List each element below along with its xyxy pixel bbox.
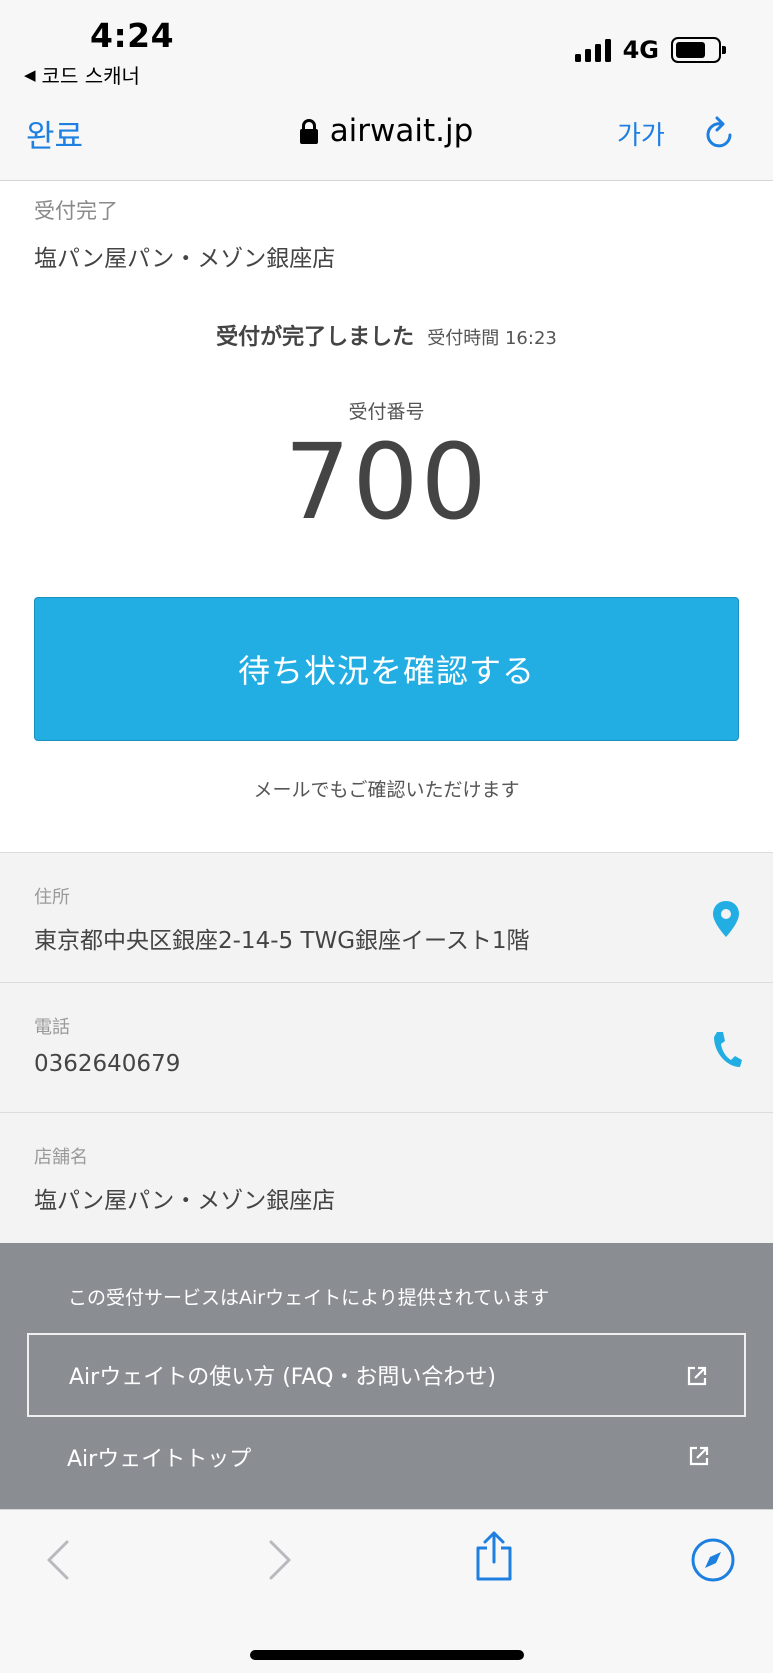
back-app-label: 코드 스캐너 [41,64,140,88]
check-status-button[interactable]: 待ち状況を確認する [34,597,739,741]
chevron-left-icon [47,1540,69,1580]
compass-icon [691,1538,735,1582]
phone-icon[interactable] [709,1029,743,1071]
home-indicator[interactable] [250,1650,524,1660]
battery-icon [671,37,726,63]
footer-note: この受付サービスはAirウェイトにより提供されています [68,1287,550,1309]
share-button[interactable] [470,1531,518,1581]
reception-number-label: 受付番号 [348,401,425,423]
lock-icon [299,119,318,144]
info-value: 塩パン屋パン・メゾン銀座店 [34,1188,336,1214]
shop-info-list: 住所 東京都中央区銀座2-14-5 TWG銀座イースト1階 電話 0362640… [0,852,773,1243]
browser-address-bar: 완료 airwait.jp 가가 [0,95,773,181]
page-title: 塩パン屋パン・メゾン銀座店 [34,246,336,272]
breadcrumb: 受付完了 [34,199,118,223]
info-item-shop-name: 店舗名 塩パン屋パン・メゾン銀座店 [0,1113,773,1243]
faq-link[interactable]: Airウェイトの使い方 (FAQ・お問い合わせ) [27,1333,746,1417]
reception-time: 受付時間 16:23 [427,328,557,349]
top-link-label: Airウェイトトップ [67,1447,252,1472]
share-icon [476,1531,512,1581]
signal-icon [574,38,611,62]
top-link[interactable]: Airウェイトトップ [27,1415,746,1499]
forward-button[interactable] [256,1536,304,1584]
chevron-right-icon [269,1540,291,1580]
completion-message: 受付が完了しました [216,325,415,350]
external-link-icon [689,1446,709,1466]
info-item-phone[interactable]: 電話 0362640679 [0,983,773,1113]
info-value: 0362640679 [34,1051,181,1077]
service-footer: この受付サービスはAirウェイトにより提供されています Airウェイトの使い方 … [0,1243,773,1509]
browser-toolbar [0,1509,773,1673]
info-value: 東京都中央区銀座2-14-5 TWG銀座イースト1階 [34,928,530,954]
reception-number: 700 [284,421,489,543]
back-to-app[interactable]: ◀ 코드 스캐너 [24,60,140,89]
map-pin-icon[interactable] [709,899,743,941]
back-triangle-icon: ◀ [24,65,36,84]
info-item-address[interactable]: 住所 東京都中央区銀座2-14-5 TWG銀座イースト1階 [0,853,773,983]
info-label: 電話 [34,1017,70,1038]
safari-button[interactable] [689,1536,737,1584]
status-time: 4:24 [90,16,175,55]
completion-line: 受付が完了しました 受付時間 16:23 [0,319,773,351]
back-button[interactable] [34,1536,82,1584]
screen: 4:24 ◀ 코드 스캐너 4G 완료 airwait.jp 가가 受付完了 塩… [0,0,773,1673]
network-type: 4G [622,36,659,64]
info-label: 店舗名 [34,1147,88,1168]
status-bar: 4:24 ◀ 코드 스캐너 4G [0,0,773,95]
text-size-button[interactable]: 가가 [617,115,665,152]
external-link-icon [687,1366,707,1386]
reload-icon[interactable] [704,115,736,151]
url-text: airwait.jp [329,113,474,149]
info-label: 住所 [34,887,70,908]
status-indicators: 4G [574,36,726,64]
mail-note: メールでもご確認いただけます [253,779,520,801]
faq-link-label: Airウェイトの使い方 (FAQ・お問い合わせ) [69,1365,496,1390]
